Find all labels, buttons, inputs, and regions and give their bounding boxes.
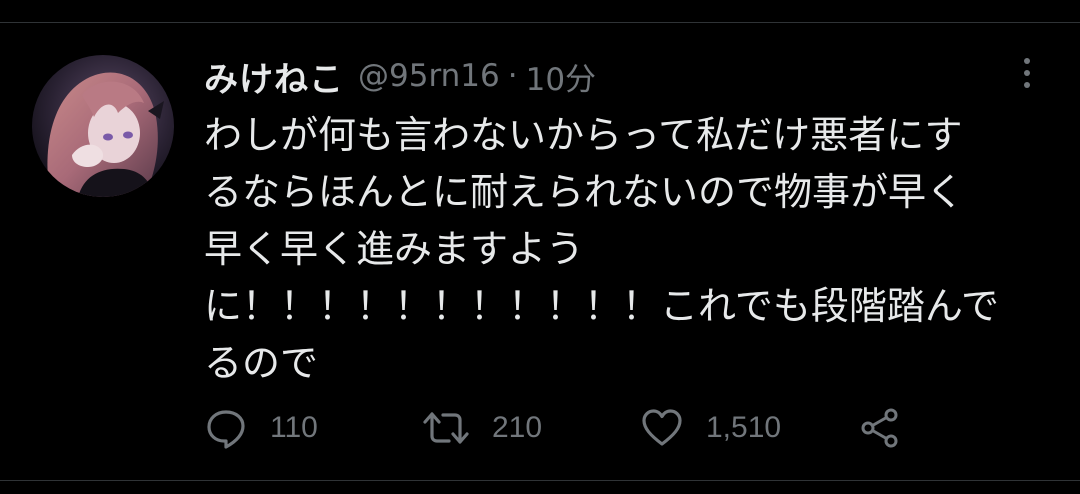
avatar[interactable] xyxy=(32,55,174,197)
retweet-button[interactable]: 210 xyxy=(422,405,542,451)
bottom-divider xyxy=(0,480,1080,481)
more-vertical-icon xyxy=(1024,58,1030,88)
tweet-text-line: に！！！！！！！！！！！これでも段階踏んで xyxy=(204,284,999,328)
tweet-text: わしが何も言わないからって私だけ悪者にす るならほんとに耐えられないので物事が早… xyxy=(204,107,1054,392)
separator-dot: · xyxy=(507,58,518,94)
avatar-image xyxy=(32,55,174,197)
timestamp[interactable]: 10分 xyxy=(526,54,596,99)
share-button[interactable] xyxy=(858,405,902,451)
user-handle[interactable]: @95rn16 xyxy=(358,58,500,94)
share-icon xyxy=(861,408,898,448)
like-button[interactable]: 1,510 xyxy=(640,405,781,451)
retweet-icon xyxy=(423,412,469,444)
reply-count: 110 xyxy=(270,411,318,444)
display-name[interactable]: みけねこ xyxy=(204,52,344,101)
reply-icon xyxy=(207,410,245,449)
retweet-count: 210 xyxy=(492,411,543,444)
action-bar: 110 210 1,510 xyxy=(204,405,924,451)
tweet-text-line: 早く早く進みますよう xyxy=(204,227,585,271)
tweet-text-line: わしが何も言わないからって私だけ悪者にす xyxy=(204,113,963,157)
reply-button[interactable]: 110 xyxy=(204,405,318,451)
like-count: 1,510 xyxy=(706,411,782,444)
heart-icon xyxy=(642,409,682,446)
tweet[interactable]: みけねこ @95rn16 · 10分 わしが何も言わないからって私だけ悪者にす … xyxy=(0,23,1080,480)
more-button[interactable] xyxy=(1010,53,1044,93)
tweet-text-line: るので xyxy=(204,341,319,385)
tweet-text-line: るならほんとに耐えられないので物事が早く xyxy=(204,170,965,214)
tweet-header: みけねこ @95rn16 · 10分 xyxy=(204,52,596,101)
